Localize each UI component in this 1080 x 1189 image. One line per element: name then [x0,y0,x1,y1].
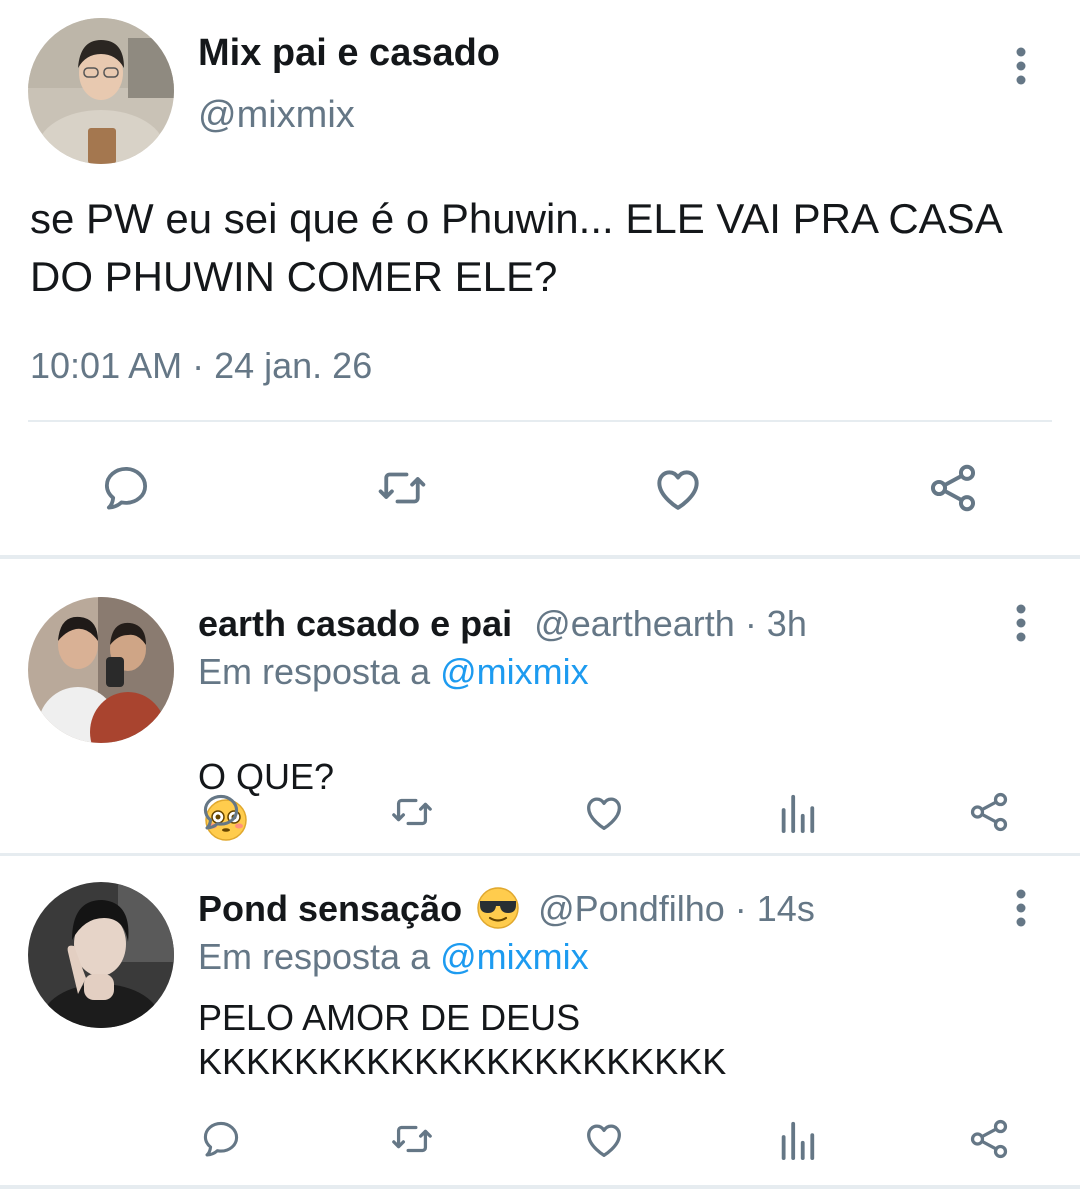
in-reply-to: Em resposta a @mixmix [198,651,589,693]
main-tweet: Mix pai e casado @mixmix se PW eu sei qu… [0,0,1080,555]
reply-button[interactable] [196,1114,246,1164]
retweet-icon [392,798,432,826]
retweet-icon [392,1125,432,1153]
more-vertical-icon [1016,889,1026,927]
retweet-icon [378,472,426,504]
reply-icon [104,466,148,510]
handle-time[interactable]: @earthearth · 3h [534,603,807,644]
analytics-button[interactable] [772,1114,822,1164]
reply-name-line: Pond sensação @Pondfilho · 14s [198,887,815,930]
reply-text: PELO AMOR DE DEUS KKKKKKKKKKKKKKKKKKKKKK [198,997,727,1082]
analytics-button[interactable] [772,787,822,837]
user-handle[interactable]: @mixmix [198,94,355,137]
like-icon [587,797,621,830]
in-reply-label: Em resposta a [198,651,441,692]
in-reply-handle-link[interactable]: @mixmix [440,936,589,977]
share-button[interactable] [922,458,984,518]
share-icon [930,464,976,512]
display-name[interactable]: Pond sensação [198,888,462,929]
sunglasses-emoji [477,887,519,930]
avatar-mix[interactable] [28,18,174,164]
handle-time[interactable]: @Pondfilho · 14s [538,888,815,929]
reply-tweet[interactable]: earth casado e pai @earthearth · 3h Em r… [0,559,1080,853]
reply-button[interactable] [96,458,156,518]
more-options-button[interactable] [1001,42,1041,90]
share-button[interactable] [964,1114,1014,1164]
more-vertical-icon [1016,47,1026,85]
in-reply-label: Em resposta a [198,936,441,977]
display-name[interactable]: earth casado e pai [198,603,512,644]
retweet-button[interactable] [370,458,434,518]
analytics-icon [781,1121,815,1160]
reply-icon [203,1121,239,1157]
display-name[interactable]: Mix pai e casado [198,32,500,75]
tweet-timestamp[interactable]: 10:01 AM · 24 jan. 26 [30,345,372,387]
more-vertical-icon [1016,604,1026,642]
divider [28,420,1052,422]
like-icon [657,470,699,510]
tweet-text: se PW eu sei que é o Phuwin... ELE VAI P… [30,195,1001,300]
share-icon [970,1119,1008,1159]
avatar-earth[interactable] [28,597,174,743]
in-reply-to: Em resposta a @mixmix [198,936,589,978]
avatar-pond[interactable] [28,882,174,1028]
share-button[interactable] [964,787,1014,837]
retweet-button[interactable] [385,787,439,837]
like-button[interactable] [579,1114,629,1164]
like-button[interactable] [579,787,629,837]
like-button[interactable] [648,458,708,518]
more-options-button[interactable] [1001,884,1041,932]
like-icon [587,1124,621,1157]
reply-name-line: earth casado e pai @earthearth · 3h [198,603,807,645]
analytics-icon [781,794,815,833]
share-icon [970,792,1008,832]
more-options-button[interactable] [1001,599,1041,647]
reply-button[interactable] [196,787,246,837]
reply-tweet[interactable]: Pond sensação @Pondfilho · 14s Em respos… [0,856,1080,1189]
in-reply-handle-link[interactable]: @mixmix [440,651,589,692]
section-separator [0,1185,1080,1189]
retweet-button[interactable] [385,1114,439,1164]
reply-icon [203,794,239,830]
